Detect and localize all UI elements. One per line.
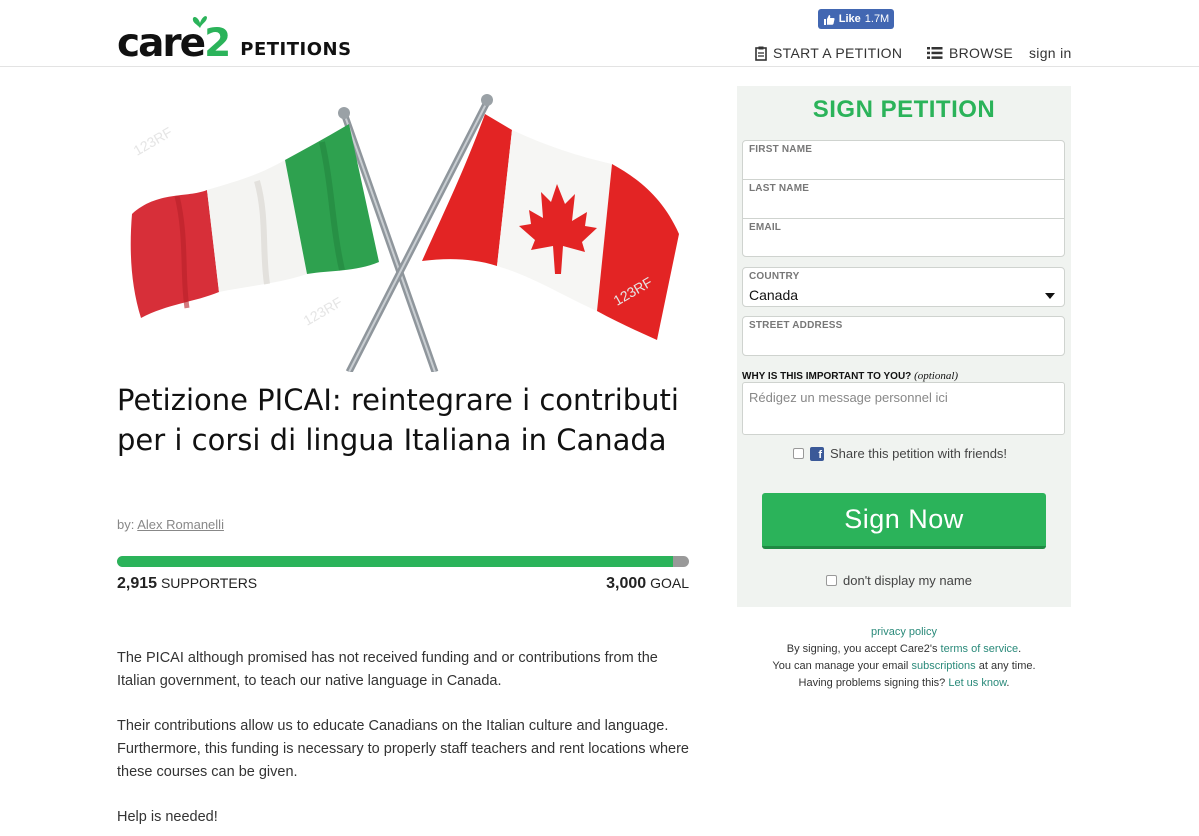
author-link[interactable]: Alex Romanelli [137,517,224,532]
progress-fill [117,556,673,567]
street-address-label: STREET ADDRESS [749,320,843,331]
share-with-friends-option[interactable]: f Share this petition with friends! [793,446,1007,461]
petition-body: The PICAI although promised has not rece… [117,647,689,836]
manage-suffix: at any time. [978,660,1036,672]
facebook-like-button[interactable]: Like 1.7M [818,9,894,29]
country-label: COUNTRY [749,271,800,282]
body-paragraph: Their contributions allow us to educate … [117,718,689,780]
problems-prefix: Having problems signing this? [798,677,946,689]
nav-start-petition[interactable]: START A PETITION [755,45,902,61]
nav-sign-in[interactable]: sign in [1029,45,1072,61]
nav-start-label: START A PETITION [773,45,903,61]
supporters-label: SUPPORTERS [160,575,258,591]
terms-suffix: . [1018,643,1022,655]
privacy-policy-link[interactable]: privacy policy [871,626,937,638]
goal-label: GOAL [650,575,689,591]
sign-footer: privacy policy By signing, you accept Ca… [737,624,1071,692]
care2-logo[interactable]: care 2 PETITIONS [117,18,352,64]
petition-title: Petizione PICAI: reintegrare i contribut… [117,383,679,457]
butterfly-icon [192,16,207,28]
facebook-like-label: Like [838,13,861,25]
watermark-text: 123RF [131,124,175,159]
sign-now-button[interactable]: Sign Now [762,493,1046,549]
signature-progress-bar [117,556,689,567]
why-label-text: WHY IS THIS IMPORTANT TO YOU? [742,371,912,382]
street-address-field[interactable]: STREET ADDRESS [742,316,1065,356]
personal-message-textarea[interactable]: Rédigez un message personnel ici [742,382,1065,435]
goal-number: 3,000 [606,575,647,592]
logo-two-text: 2 [204,21,231,66]
svg-text:123RF: 123RF [301,294,345,329]
supporters-number: 2,915 [117,575,158,592]
nav-browse-label: BROWSE [949,45,1014,61]
first-name-field[interactable]: FIRST NAME [742,140,1065,180]
last-name-label: LAST NAME [749,183,810,194]
petition-byline: by: Alex Romanelli [117,517,224,532]
body-paragraph: Help is needed! [117,809,218,825]
terms-prefix: By signing, you accept Care2's [786,643,938,655]
last-name-field[interactable]: LAST NAME [742,179,1065,219]
petition-image: 123RF 123RF 123RF [117,86,689,372]
facebook-like-count: 1.7M [864,13,890,25]
logo-petitions-text: PETITIONS [240,39,352,60]
site-header: care 2 PETITIONS Like 1.7M START A PETITI… [0,0,1199,67]
clipboard-icon [755,46,767,61]
goal-count: 3,000 GOAL [606,575,689,593]
thumbs-up-icon [823,14,835,25]
problems-suffix: . [1006,677,1010,689]
byline-prefix: by: [117,517,135,532]
hide-name-option[interactable]: don't display my name [826,573,972,588]
share-checkbox[interactable] [793,448,804,459]
crossed-flags-image: 123RF 123RF 123RF [131,94,679,372]
terms-of-service-link[interactable]: terms of service [941,643,1019,655]
sign-petition-heading: SIGN PETITION [812,96,996,123]
hide-name-checkbox[interactable] [826,575,837,586]
let-us-know-link[interactable]: Let us know [948,677,1006,689]
why-important-label: WHY IS THIS IMPORTANT TO YOU? (optional) [742,370,958,382]
logo-care-text: care [117,21,206,66]
nav-browse[interactable]: BROWSE [927,45,1013,61]
first-name-label: FIRST NAME [749,144,813,155]
email-label: EMAIL [749,222,782,233]
email-field[interactable]: EMAIL [742,218,1065,257]
caret-down-icon [1045,293,1055,299]
manage-prefix: You can manage your email [772,660,909,672]
nav-signin-label: sign in [1029,45,1072,61]
share-label: Share this petition with friends! [830,446,1008,461]
why-optional-text: (optional) [914,370,959,382]
country-select[interactable]: COUNTRY Canada [742,267,1065,307]
sign-petition-panel: SIGN PETITION FIRST NAME LAST NAME EMAIL… [737,86,1071,607]
facebook-icon: f [810,446,824,461]
hide-name-label: don't display my name [843,573,972,588]
list-icon [927,47,943,59]
supporters-count: 2,915 SUPPORTERS [117,575,257,593]
body-paragraph: The PICAI although promised has not rece… [117,650,658,689]
country-value: Canada [749,287,799,303]
subscriptions-link[interactable]: subscriptions [911,660,975,672]
